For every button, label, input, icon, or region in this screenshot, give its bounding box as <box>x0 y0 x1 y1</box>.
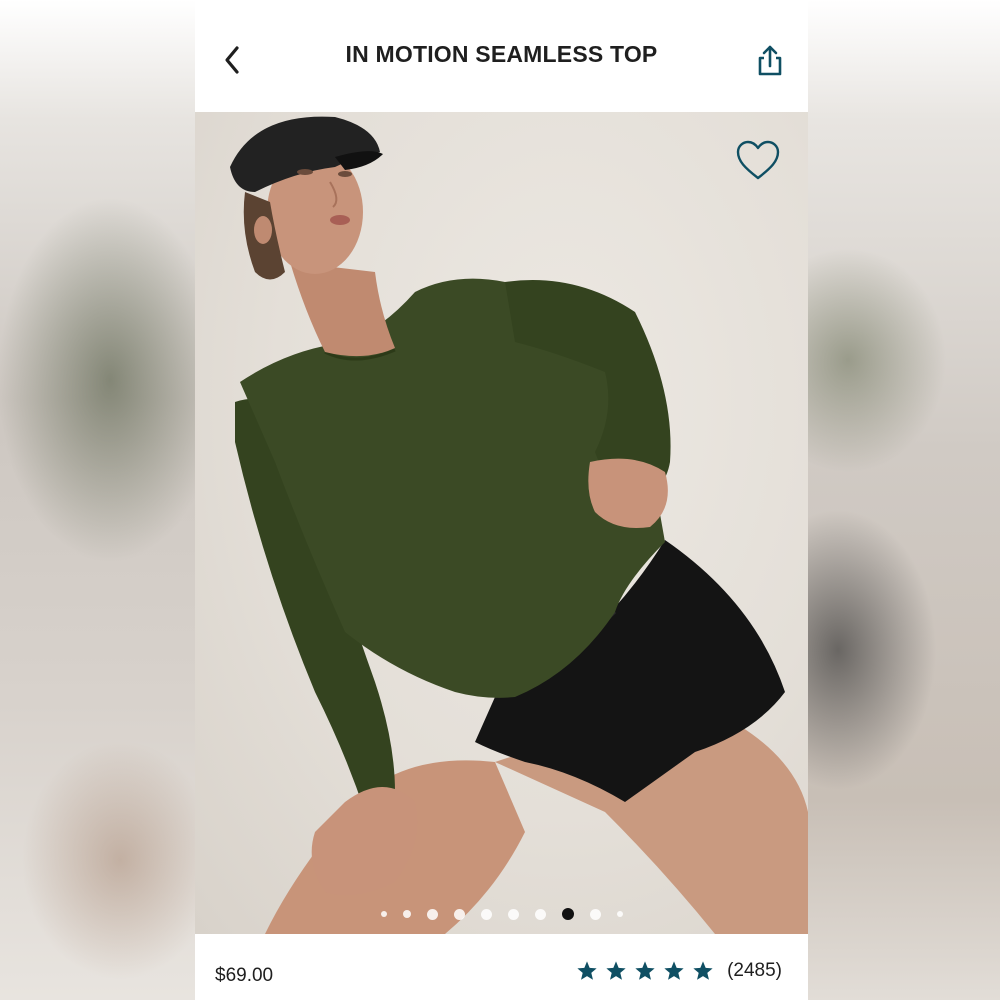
gallery-dot[interactable] <box>402 910 411 918</box>
product-rating[interactable]: (2485) <box>576 960 782 982</box>
top-navigation-bar: IN MOTION SEAMLESS TOP <box>195 0 808 112</box>
gallery-dot[interactable] <box>589 908 601 920</box>
star-icon <box>606 961 626 980</box>
gallery-dot[interactable] <box>534 908 546 920</box>
review-count: (2485) <box>727 960 782 981</box>
product-price: $69.00 <box>215 965 274 986</box>
gallery-pagination <box>195 906 808 922</box>
gallery-dot[interactable] <box>480 908 492 920</box>
page-title: IN MOTION SEAMLESS TOP <box>345 41 658 67</box>
star-icon <box>693 961 713 980</box>
star-icon <box>577 961 597 980</box>
star-icon <box>635 961 655 980</box>
gallery-dot[interactable] <box>380 911 387 917</box>
gallery-dot[interactable] <box>507 908 519 920</box>
product-image[interactable] <box>195 112 808 934</box>
share-icon <box>758 45 782 76</box>
heart-outline-icon <box>736 140 780 180</box>
chevron-left-icon <box>225 46 239 74</box>
share-button[interactable] <box>753 40 787 80</box>
star-icon <box>664 961 684 980</box>
background-blur-right <box>808 0 1000 1000</box>
back-button[interactable] <box>215 40 255 80</box>
background-blur-left <box>0 0 195 1000</box>
gallery-dot[interactable] <box>453 908 465 920</box>
model-photo-illustration <box>230 116 808 934</box>
gallery-dot[interactable] <box>616 911 623 917</box>
gallery-dot[interactable] <box>561 908 574 920</box>
favorite-button[interactable] <box>735 140 781 182</box>
gallery-dot[interactable] <box>426 908 438 920</box>
product-screen: IN MOTION SEAMLESS TOP $69.00 (2485) <box>195 0 808 1000</box>
product-summary: $69.00 (2485) <box>195 934 808 1000</box>
